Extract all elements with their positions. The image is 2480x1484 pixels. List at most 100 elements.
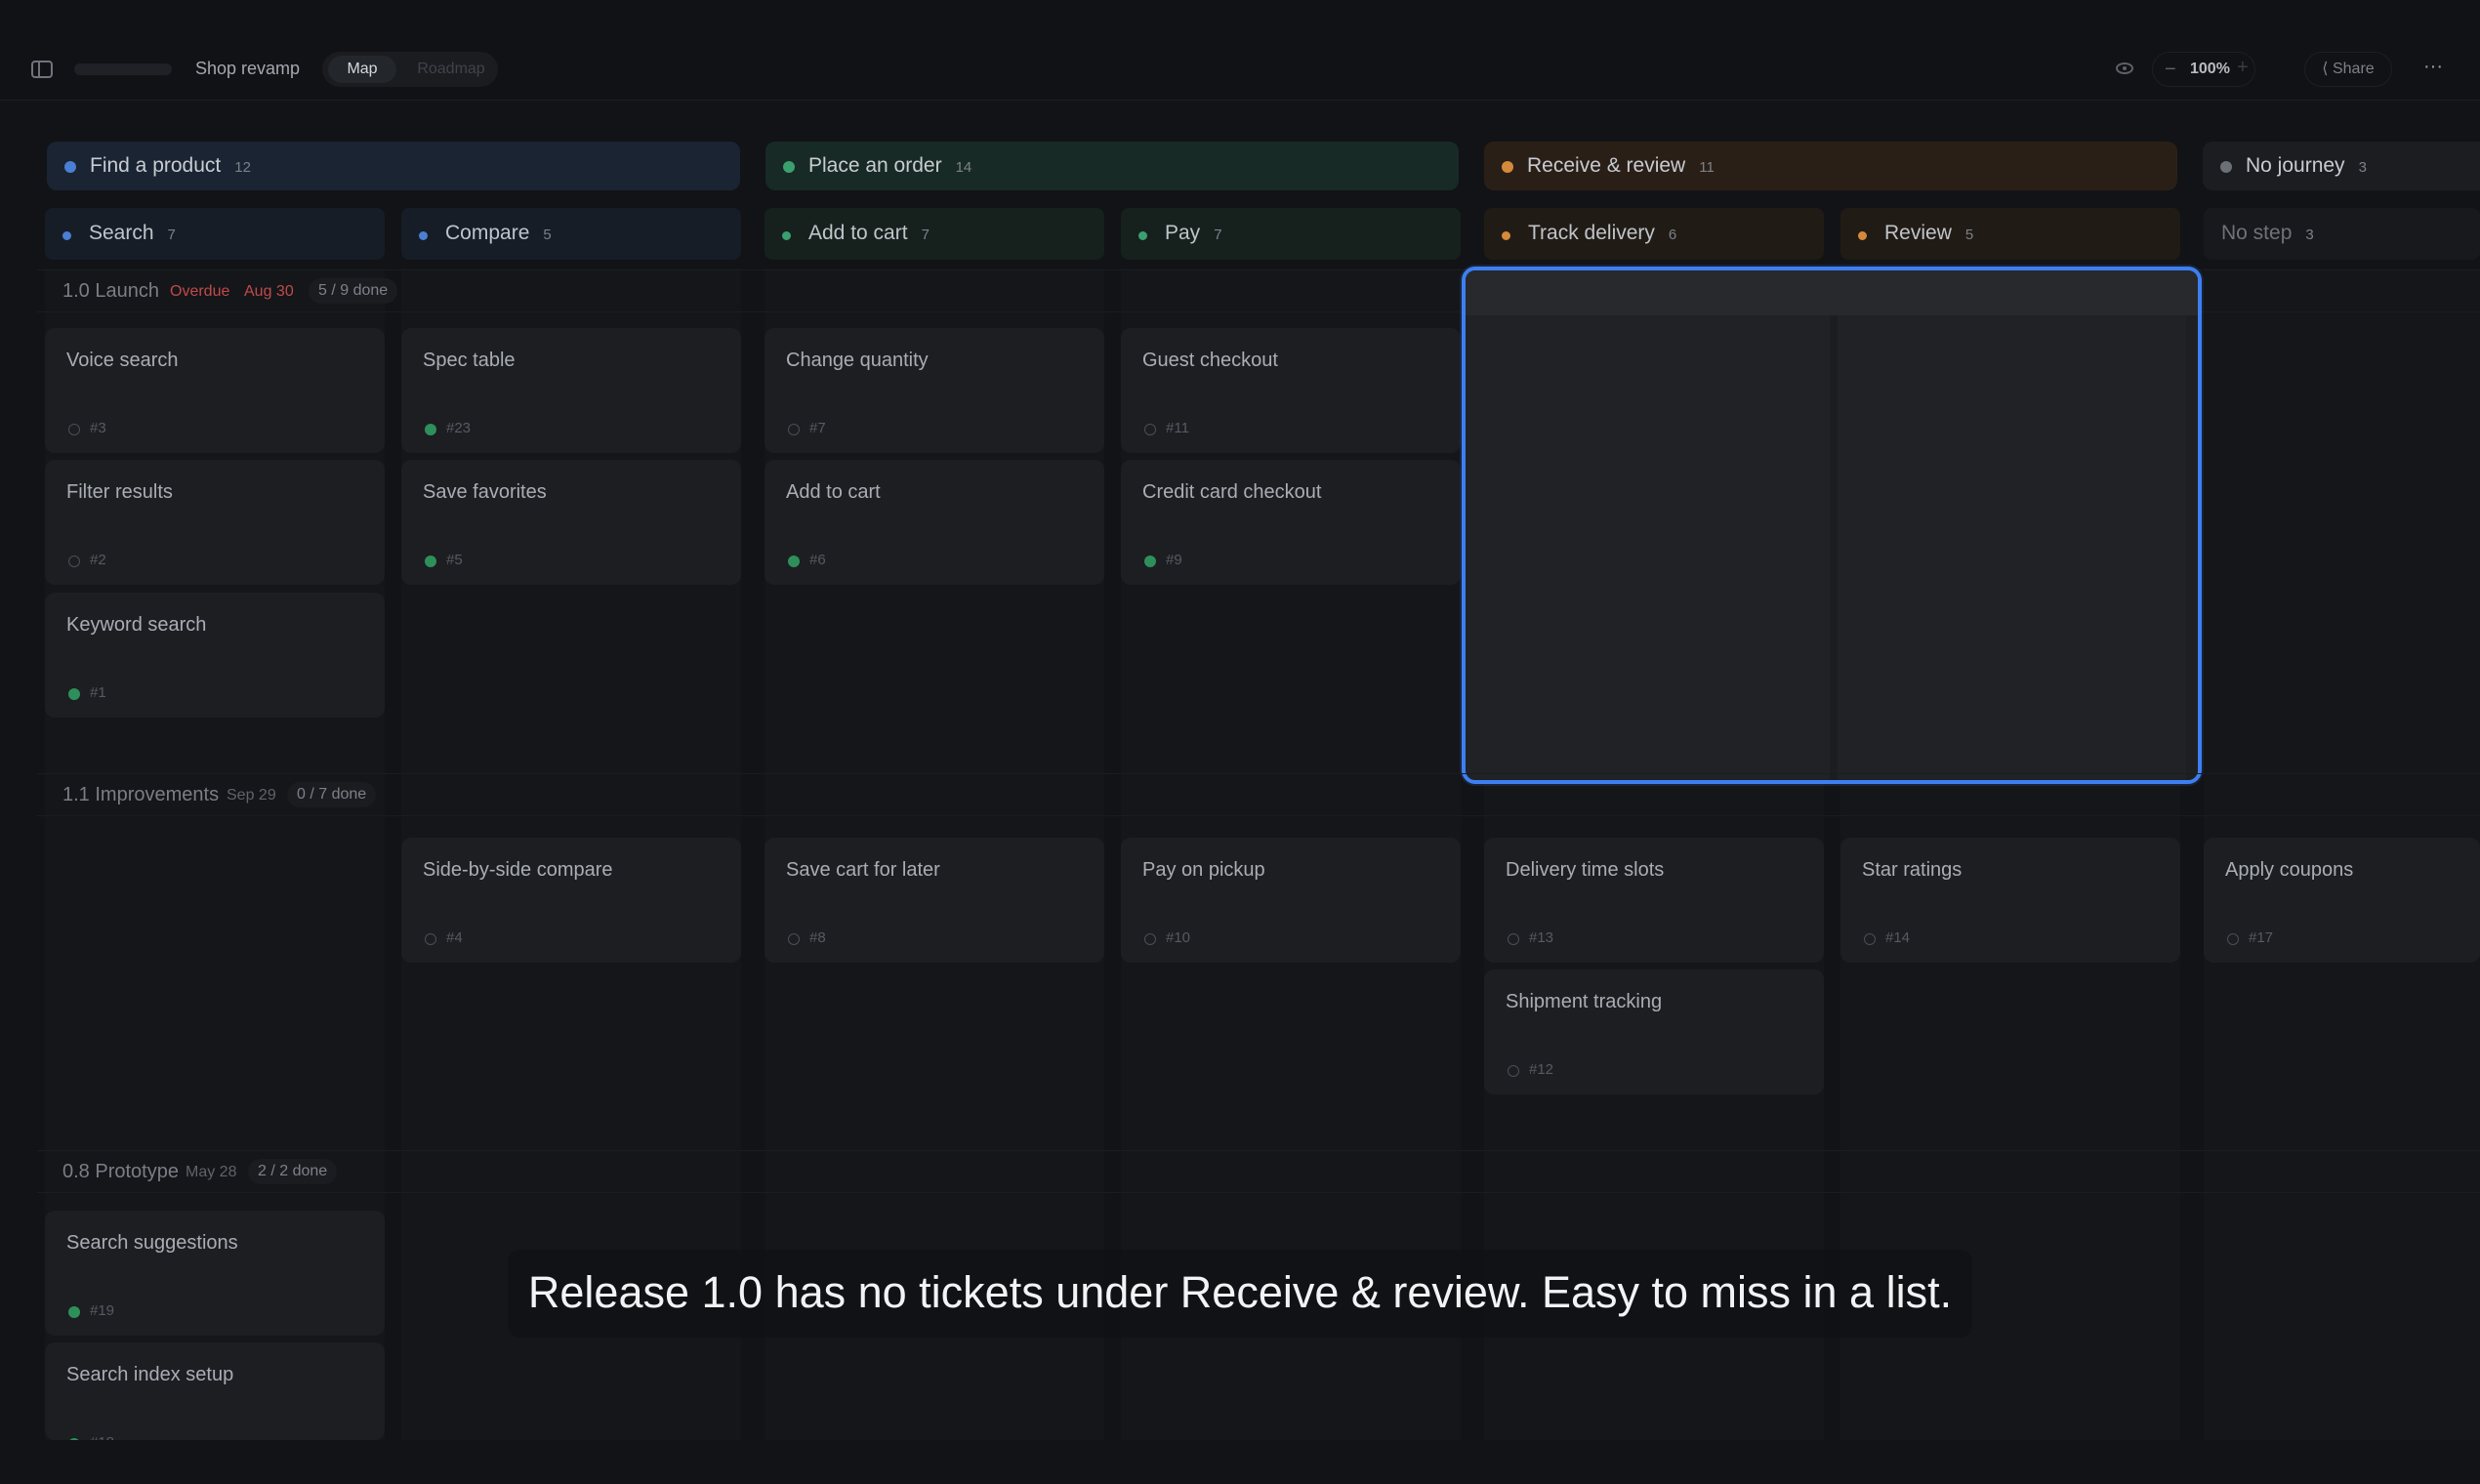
journey-label: No journey: [2246, 154, 2345, 177]
journey-dot-icon: [783, 161, 795, 173]
journey-count: 3: [2358, 159, 2367, 176]
card-shipment-tracking[interactable]: Shipment tracking #12: [1484, 969, 1824, 1094]
journey-place-an-order[interactable]: Place an order 14: [765, 142, 1459, 190]
step-dot-icon: [1858, 231, 1867, 240]
card-star-ratings[interactable]: Star ratings #14: [1840, 838, 2180, 963]
step-track-delivery[interactable]: Track delivery 6: [1484, 208, 1824, 260]
release-row-1-1[interactable]: 1.1 Improvements Sep 29 0 / 7 done: [37, 773, 2480, 816]
step-label: No step: [2221, 222, 2293, 244]
card-id: #23: [446, 420, 472, 436]
breadcrumb-workspace[interactable]: [74, 63, 172, 75]
step-no-step[interactable]: No step 3: [2204, 208, 2480, 260]
step-review[interactable]: Review 5: [1840, 208, 2180, 260]
card-delivery-time-slots[interactable]: Delivery time slots #13: [1484, 838, 1824, 963]
status-done-icon: [68, 688, 80, 700]
card-id: #2: [90, 552, 106, 568]
card-add-to-cart[interactable]: Add to cart #6: [765, 460, 1104, 585]
card-id: #3: [90, 420, 106, 436]
journey-dot-icon: [64, 161, 76, 173]
status-done-icon: [425, 424, 436, 435]
status-done-icon: [1144, 556, 1156, 567]
share-label: Share: [2332, 61, 2375, 77]
card-title: Spec table: [423, 350, 516, 371]
card-save-cart-for-later[interactable]: Save cart for later #8: [765, 838, 1104, 963]
release-title: 1.0 Launch: [62, 280, 159, 302]
journey-label: Find a product: [90, 154, 222, 177]
status-open-icon: [788, 424, 800, 435]
status-open-icon: [1508, 933, 1519, 945]
card-title: Search suggestions: [66, 1232, 238, 1254]
card-pay-on-pickup[interactable]: Pay on pickup #10: [1121, 838, 1461, 963]
card-search-index-setup[interactable]: Search index setup #18: [45, 1342, 385, 1440]
view-map-button[interactable]: Map: [328, 56, 396, 83]
share-button[interactable]: ⟨ Share: [2304, 52, 2392, 87]
card-search-suggestions[interactable]: Search suggestions #19: [45, 1211, 385, 1336]
status-open-icon: [1144, 424, 1156, 435]
journey-receive-and-review[interactable]: Receive & review 11: [1484, 142, 2177, 190]
step-pay[interactable]: Pay 7: [1121, 208, 1461, 260]
card-side-by-side-compare[interactable]: Side-by-side compare #4: [401, 838, 741, 963]
release-progress: 2 / 2 done: [248, 1159, 338, 1184]
release-row-0-8[interactable]: 0.8 Prototype May 28 2 / 2 done: [37, 1150, 2480, 1193]
step-search[interactable]: Search 7: [45, 208, 385, 260]
journey-no-journey[interactable]: No journey 3: [2203, 142, 2480, 190]
card-title: Guest checkout: [1142, 350, 1278, 371]
status-done-icon: [425, 556, 436, 567]
step-label: Track delivery: [1528, 222, 1655, 244]
step-label: Add to cart: [808, 222, 908, 244]
release-title: 0.8 Prototype: [62, 1161, 179, 1182]
card-guest-checkout[interactable]: Guest checkout #11: [1121, 328, 1461, 453]
journey-count: 14: [955, 159, 972, 176]
zoom-out-button[interactable]: −: [2165, 59, 2176, 81]
step-dot-icon: [782, 231, 791, 240]
release-progress: 0 / 7 done: [287, 782, 377, 807]
card-keyword-search[interactable]: Keyword search #1: [45, 593, 385, 718]
card-spec-table[interactable]: Spec table #23: [401, 328, 741, 453]
card-title: Change quantity: [786, 350, 929, 371]
status-open-icon: [425, 933, 436, 945]
zoom-in-button[interactable]: +: [2237, 57, 2249, 79]
more-options-button[interactable]: ···: [2412, 52, 2455, 87]
project-title[interactable]: Shop revamp: [195, 59, 300, 79]
card-id: #5: [446, 552, 463, 568]
zoom-level: 100%: [2190, 61, 2230, 77]
overdue-badge: Overdue: [170, 283, 230, 300]
card-filter-results[interactable]: Filter results #2: [45, 460, 385, 585]
step-compare[interactable]: Compare 5: [401, 208, 741, 260]
card-change-quantity[interactable]: Change quantity #7: [765, 328, 1104, 453]
status-open-icon: [68, 556, 80, 567]
journey-count: 11: [1699, 159, 1715, 176]
card-title: Voice search: [66, 350, 179, 371]
view-roadmap-button[interactable]: Roadmap: [410, 56, 492, 83]
card-voice-search[interactable]: Voice search #3: [45, 328, 385, 453]
journey-find-a-product[interactable]: Find a product 12: [47, 142, 740, 190]
card-id: #17: [2249, 929, 2274, 946]
empty-cell-highlight: [1462, 267, 2202, 784]
step-add-to-cart[interactable]: Add to cart 7: [765, 208, 1104, 260]
sidebar-toggle-icon[interactable]: [31, 61, 53, 78]
release-date: Sep 29: [227, 787, 276, 804]
step-dot-icon: [62, 231, 71, 240]
eye-icon[interactable]: [2116, 62, 2133, 74]
status-open-icon: [1864, 933, 1876, 945]
step-dot-icon: [419, 231, 428, 240]
card-credit-card-checkout[interactable]: Credit card checkout #9: [1121, 460, 1461, 585]
card-title: Star ratings: [1862, 859, 1963, 881]
top-bar: Shop revamp Map Roadmap − 100% + ⟨ Share…: [0, 0, 2480, 101]
card-title: Add to cart: [786, 481, 881, 503]
highlight-divider: [1830, 315, 1838, 780]
step-dot-icon: [1138, 231, 1147, 240]
step-count: 7: [167, 227, 176, 243]
card-save-favorites[interactable]: Save favorites #5: [401, 460, 741, 585]
highlight-band: [1466, 270, 2198, 315]
card-title: Side-by-side compare: [423, 859, 613, 881]
card-id: #12: [1529, 1061, 1554, 1078]
journey-label: Place an order: [808, 154, 942, 177]
status-done-icon: [788, 556, 800, 567]
highlight-edge: [2186, 315, 2198, 780]
caption-overlay: Release 1.0 has no tickets under Receive…: [508, 1250, 1972, 1338]
card-title: Apply coupons: [2225, 859, 2354, 881]
step-dot-icon: [1502, 231, 1510, 240]
zoom-control: − 100% +: [2152, 52, 2255, 87]
card-apply-coupons[interactable]: Apply coupons #17: [2204, 838, 2480, 963]
